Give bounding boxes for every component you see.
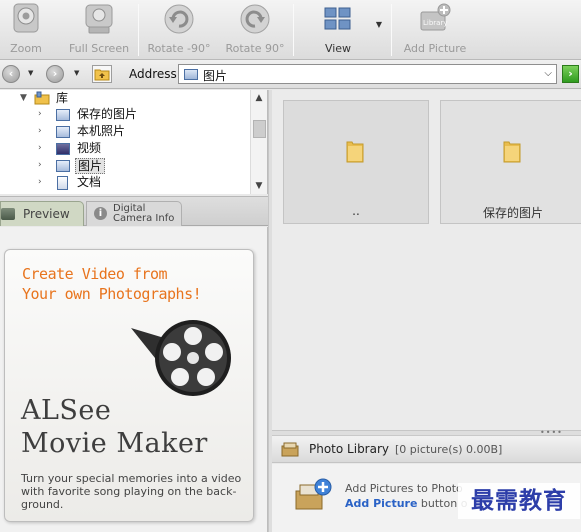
pictures-library-icon [184,69,198,80]
expand-icon[interactable]: › [38,106,42,123]
info-tabs: Preview i Digital Camera Info [0,196,268,226]
expand-icon[interactable]: › [38,157,42,174]
pictures-library-icon [56,160,70,172]
forward-button[interactable]: › [46,65,64,83]
folder-tree: ▼ 库 › 保存的图片 › 本机照片 › 视频 › 图片 › 文档 ▲ ▼ [0,90,268,194]
toolbar-separator [138,4,139,56]
tree-item-library[interactable]: ▼ 库 [0,90,250,107]
expand-icon[interactable]: › [38,123,42,140]
rotate-left-label: Rotate -90° [147,42,211,55]
address-input[interactable]: 图片 ⌵ [178,64,557,84]
tree-item-selected[interactable]: › 图片 [0,157,250,174]
library-add-icon: Library [420,3,451,31]
folder-library-icon [56,126,70,138]
photo-library-title: Photo Library [309,442,390,456]
document-library-icon [57,176,68,190]
library-hint: Add Picture button o [345,497,467,510]
library-badge: Library [423,19,447,27]
film-reel-icon [131,320,231,396]
library-hint: Add Pictures to Photo [345,482,463,495]
view-label: View [324,42,352,55]
folder-up-button[interactable] [92,65,112,83]
zoom-label: Zoom [10,42,42,55]
folder-up-icon [94,69,110,81]
photo-library-icon [281,442,299,457]
ad-brand: Movie Maker [21,428,208,459]
chevron-down-icon[interactable]: ⌵ [544,68,552,79]
folder-icon [346,141,364,163]
ad-description: Turn your special memories into a video … [21,472,242,511]
address-label: Address [129,67,177,81]
thumbnail-parent-folder[interactable]: .. [283,100,429,224]
tab-camera-info[interactable]: i Digital Camera Info [86,201,182,226]
view-grid-icon [324,7,351,30]
info-icon: i [94,207,107,220]
tab-preview[interactable]: Preview [0,201,84,226]
photo-library-count: [0 picture(s) 0.00B] [395,443,503,456]
tree-item[interactable]: › 文档 [0,174,250,191]
preview-icon [1,208,15,220]
tree-item-label: 文档 [77,175,102,189]
full-screen-button[interactable]: Full Screen [66,0,132,60]
tab-camera-info-label-2: Camera Info [113,213,175,224]
tree-item-label: 保存的图片 [77,107,138,121]
tree-item[interactable]: › 视频 [0,140,250,157]
back-dropdown-icon[interactable]: ▼ [28,69,33,77]
watermark: 最需教育 [458,483,580,519]
address-bar: ‹ ▼ › ▼ Address 图片 ⌵ › [0,60,581,89]
go-button[interactable]: › [562,65,579,83]
folder-icon [503,141,521,163]
scroll-thumb[interactable] [253,120,266,138]
add-picture-label: Add Picture [403,42,467,55]
library-icon [34,91,50,105]
expand-icon[interactable]: › [38,174,42,191]
tree-item-label: 视频 [77,141,102,155]
add-picture-link[interactable]: Add Picture [345,497,417,510]
tree-item[interactable]: › 本机照片 [0,123,250,140]
tree-item-label: 库 [56,91,69,105]
tree-item[interactable]: › 保存的图片 [0,106,250,123]
movie-maker-ad[interactable]: Create Video from Your own Photographs! … [4,249,254,522]
rotate-left-button[interactable]: Rotate -90° [146,0,212,60]
tree-item-label: 本机照片 [77,124,126,138]
toolbar-separator [293,4,294,56]
rotate-left-icon [164,4,194,34]
tree-scrollbar[interactable]: ▲ ▼ [250,90,267,194]
thumbnail-label: .. [352,204,360,218]
zoom-button[interactable]: Zoom [4,0,48,60]
thumbnail-folder[interactable]: 保存的图片 [440,100,581,224]
view-dropdown-icon[interactable]: ▼ [372,0,386,60]
video-library-icon [56,143,70,155]
thumbnail-label: 保存的图片 [482,206,543,220]
thumbnail-area: .. 保存的图片 [272,90,581,430]
expand-icon[interactable]: › [38,140,42,157]
rotate-right-button[interactable]: Rotate 90° [222,0,288,60]
tree-item-label: 图片 [75,158,106,174]
add-to-library-icon [295,478,332,510]
add-picture-button[interactable]: Library Add Picture [402,0,468,60]
scroll-up-icon[interactable]: ▲ [251,90,267,106]
view-button[interactable]: View [316,0,360,60]
ad-headline: Your own Photographs! [22,285,202,303]
ad-brand: ALSee [21,395,112,426]
full-screen-icon [85,4,113,34]
tab-preview-label: Preview [23,207,70,221]
rotate-right-label: Rotate 90° [225,42,285,55]
collapse-icon[interactable]: ▼ [20,90,27,107]
forward-dropdown-icon[interactable]: ▼ [74,69,79,77]
toolbar-separator [391,4,392,56]
folder-library-icon [56,109,70,121]
full-screen-label: Full Screen [68,42,130,55]
preview-panel: Create Video from Your own Photographs! … [0,227,268,532]
photo-library-header: Photo Library [0 picture(s) 0.00B] [272,435,581,463]
zoom-icon [13,3,39,33]
back-button[interactable]: ‹ [2,65,20,83]
scroll-down-icon[interactable]: ▼ [251,178,267,194]
toolbar: Zoom Full Screen Rotate -90° Rotate 90° [0,0,581,60]
rotate-right-icon [240,4,270,34]
ad-headline: Create Video from [22,265,168,283]
address-value: 图片 [203,69,228,83]
